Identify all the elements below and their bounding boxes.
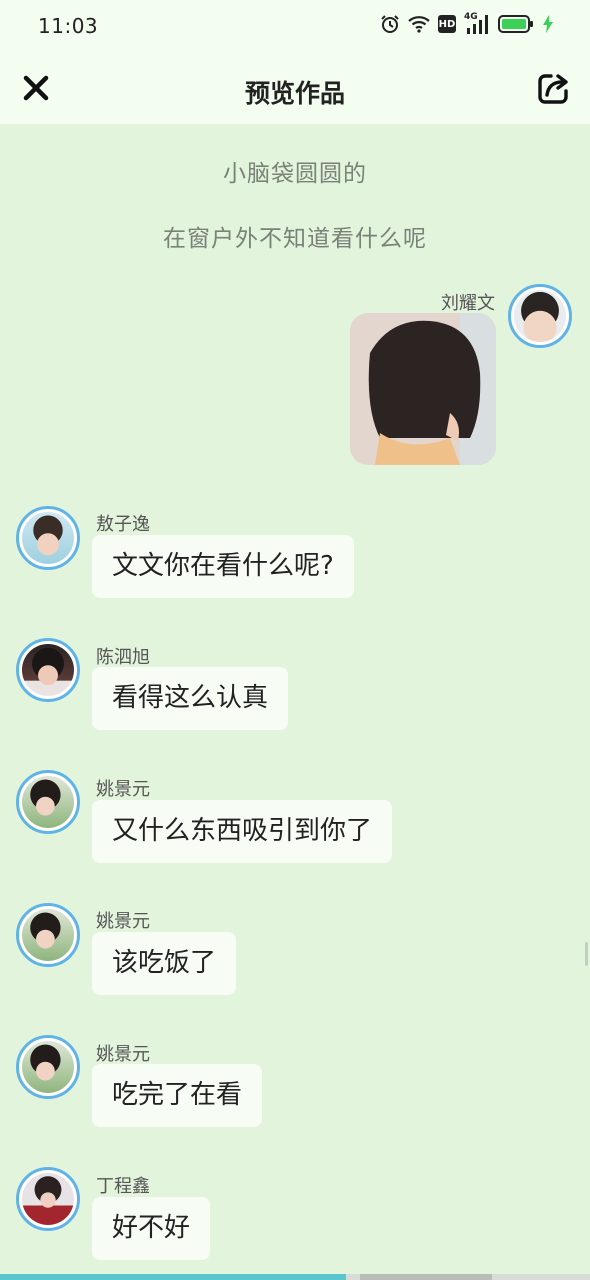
avatar[interactable] bbox=[16, 638, 80, 702]
avatar[interactable] bbox=[16, 770, 80, 834]
status-time: 11:03 bbox=[38, 14, 99, 38]
page-title: 预览作品 bbox=[244, 79, 345, 108]
battery-icon bbox=[498, 15, 534, 33]
message-bubble[interactable]: 好不好 bbox=[92, 1197, 211, 1260]
sender-name: 陈泗旭 bbox=[96, 647, 150, 668]
hd-badge: HD bbox=[438, 15, 456, 33]
message-bubble[interactable]: 文文你在看什么呢? bbox=[92, 535, 354, 598]
charging-icon bbox=[542, 15, 554, 33]
status-bar: 11:03 HD 4G bbox=[0, 0, 590, 52]
narration-line: 小脑袋圆圆的 bbox=[223, 161, 367, 187]
photo-image bbox=[350, 313, 496, 465]
share-button[interactable] bbox=[536, 70, 572, 106]
message-bubble[interactable]: 又什么东西吸引到你了 bbox=[92, 800, 393, 863]
top-bar: 预览作品 bbox=[0, 52, 590, 124]
wifi-icon bbox=[408, 15, 430, 33]
avatar[interactable] bbox=[16, 1167, 80, 1231]
sender-name: 姚景元 bbox=[96, 1044, 150, 1065]
message-bubble[interactable]: 吃完了在看 bbox=[92, 1064, 263, 1127]
message-bubble[interactable]: 该吃饭了 bbox=[92, 932, 237, 995]
share-icon bbox=[538, 74, 568, 104]
image-message[interactable] bbox=[350, 313, 496, 465]
narration-line: 在窗户外不知道看什么呢 bbox=[163, 226, 427, 252]
progress-fill bbox=[0, 1274, 346, 1280]
sender-name: 丁程鑫 bbox=[96, 1176, 150, 1197]
progress-segment bbox=[360, 1274, 492, 1280]
alarm-icon bbox=[380, 14, 400, 34]
scroll-indicator[interactable] bbox=[585, 942, 588, 966]
sender-name: 敖子逸 bbox=[96, 514, 150, 535]
progress-bar bbox=[0, 1274, 590, 1280]
signal-icon: 4G bbox=[464, 12, 490, 34]
message-bubble[interactable]: 看得这么认真 bbox=[92, 667, 289, 730]
status-icons: HD 4G bbox=[380, 12, 554, 34]
avatar[interactable] bbox=[16, 1035, 80, 1099]
avatar[interactable] bbox=[16, 506, 80, 570]
sender-name: 姚景元 bbox=[96, 911, 150, 932]
avatar[interactable] bbox=[508, 284, 572, 348]
avatar[interactable] bbox=[16, 903, 80, 967]
sender-name: 刘耀文 bbox=[441, 293, 495, 314]
sender-name: 姚景元 bbox=[96, 779, 150, 800]
